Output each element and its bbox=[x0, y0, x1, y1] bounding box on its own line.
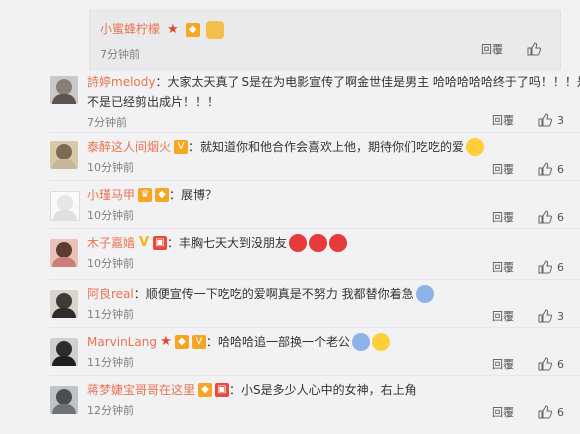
crying-laugh-emoji-icon bbox=[415, 285, 434, 303]
like-button[interactable]: 6 bbox=[538, 260, 564, 274]
like-count: 3 bbox=[557, 309, 564, 323]
comment-item: 阿良real ：顺便宣传一下吃吃的爱啊真是不努力 我都替你着急 11分钟前 回覆… bbox=[50, 280, 580, 328]
username[interactable]: 阿良real bbox=[87, 284, 134, 304]
red-star-badge-icon: ★ bbox=[167, 21, 179, 37]
avatar[interactable] bbox=[50, 239, 78, 267]
comment-item: MarvinLang ★ ◆ V ：哈哈哈追一部换一个老公 11分钟前 回覆 6 bbox=[50, 328, 580, 376]
crown-badge-icon: ♛ bbox=[138, 188, 153, 202]
avatar[interactable] bbox=[50, 191, 80, 221]
heart-eyes-emoji-icon bbox=[289, 234, 308, 252]
comment-text-continued: S是在为电影宣传了啊金世佳是男主 哈哈哈哈哈终于了吗！！！是 bbox=[241, 75, 580, 89]
thumb-up-icon bbox=[538, 309, 552, 323]
reply-button[interactable]: 回覆 bbox=[492, 404, 514, 420]
reply-label: 回覆 bbox=[481, 43, 503, 56]
red-envelope-badge-icon: ▣ bbox=[215, 383, 230, 397]
vip-level-badge-icon: V bbox=[191, 335, 206, 349]
avatar[interactable] bbox=[50, 141, 78, 169]
red-envelope-badge-icon: ▣ bbox=[153, 236, 168, 250]
kiss-emoji-icon bbox=[371, 333, 390, 351]
comment-text-line2: 不是已经剪出成片！！！ bbox=[87, 95, 220, 109]
nested-time: 7分钟前 bbox=[100, 48, 140, 61]
comment-text: ：顺便宣传一下吃吃的爱啊真是不努力 我都替你着急 bbox=[133, 287, 414, 301]
comment-feed: 小蜜蜂柠檬 ★ ◆ 7分钟前 回覆 詩婷melody ：大家太天真了 S是在为电… bbox=[0, 0, 580, 434]
cat-face-emoji-icon bbox=[205, 20, 224, 39]
reply-label: 回覆 bbox=[492, 406, 514, 419]
thumb-up-icon bbox=[538, 113, 552, 127]
comment-item: 蒋梦婕宝哥哥在这里 ◆ ▣ ：小S是多少人心中的女神，右上角 12分钟前 回覆 … bbox=[50, 376, 580, 424]
vip-badge-icon: ◆ bbox=[185, 22, 200, 37]
heart-eyes-emoji-icon bbox=[309, 234, 328, 252]
like-button[interactable]: 3 bbox=[538, 113, 564, 127]
nested-username[interactable]: 小蜜蜂柠檬 bbox=[100, 22, 160, 36]
reply-label: 回覆 bbox=[492, 114, 514, 127]
panda-emoji-icon bbox=[351, 333, 370, 351]
username[interactable]: 泰醉这人间烟火 bbox=[87, 137, 171, 157]
reply-button[interactable]: 回覆 bbox=[492, 161, 514, 177]
comment-item: 詩婷melody ：大家太天真了 S是在为电影宣传了啊金世佳是男主 哈哈哈哈哈终… bbox=[50, 70, 580, 133]
username[interactable]: 木子嘉嫱 bbox=[87, 233, 135, 253]
avatar[interactable] bbox=[50, 338, 78, 366]
comment-item: 泰醉这人间烟火 V ：就知道你和他合作会喜欢上他，期待你们吃吃的爱 10分钟前 … bbox=[50, 133, 580, 181]
reply-button[interactable]: 回覆 bbox=[492, 308, 514, 324]
thumb-up-icon bbox=[538, 357, 552, 371]
like-count: 6 bbox=[557, 357, 564, 371]
reply-label: 回覆 bbox=[492, 163, 514, 176]
like-count: 6 bbox=[557, 210, 564, 224]
reply-label: 回覆 bbox=[492, 261, 514, 274]
vip-badge-icon: ◆ bbox=[198, 383, 213, 397]
reply-button[interactable]: 回覆 bbox=[492, 356, 514, 372]
like-button[interactable]: 6 bbox=[538, 162, 564, 176]
comment-text: ：展博？ bbox=[169, 188, 218, 202]
reply-label: 回覆 bbox=[492, 310, 514, 323]
heart-eyes-emoji-icon bbox=[329, 234, 348, 252]
thumb-up-icon bbox=[527, 42, 541, 56]
comment-text: ：哈哈哈追一部换一个老公 bbox=[205, 335, 350, 349]
comment-text: ：丰胸七天大到没朋友 bbox=[167, 236, 288, 250]
like-button[interactable]: 6 bbox=[538, 405, 564, 419]
thumb-up-icon bbox=[538, 162, 552, 176]
like-button[interactable]: 6 bbox=[538, 357, 564, 371]
thumb-up-icon bbox=[538, 405, 552, 419]
nested-reply-button[interactable]: 回覆 bbox=[481, 41, 503, 57]
like-button[interactable]: 3 bbox=[538, 309, 564, 323]
verified-v-icon: V bbox=[138, 235, 150, 250]
reply-button[interactable]: 回覆 bbox=[492, 209, 514, 225]
username[interactable]: 詩婷melody bbox=[87, 72, 155, 92]
nested-reply: 小蜜蜂柠檬 ★ ◆ 7分钟前 回覆 bbox=[89, 10, 561, 70]
red-star-badge-icon: ★ bbox=[160, 334, 172, 349]
vip-badge-icon: ◆ bbox=[174, 335, 189, 349]
vip-badge-icon: ◆ bbox=[155, 188, 170, 202]
like-button[interactable]: 6 bbox=[538, 210, 564, 224]
nested-like-button[interactable] bbox=[527, 42, 546, 56]
avatar[interactable] bbox=[50, 76, 78, 104]
username[interactable]: 蒋梦婕宝哥哥在这里 bbox=[87, 380, 195, 400]
thumb-up-icon bbox=[538, 210, 552, 224]
like-count: 6 bbox=[557, 162, 564, 176]
reply-label: 回覆 bbox=[492, 358, 514, 371]
comment-item: 小瑾马甲 ♛ ◆ ：展博？ 10分钟前 回覆 6 bbox=[50, 181, 580, 229]
username[interactable]: MarvinLang bbox=[87, 332, 157, 352]
nested-reply-header: 小蜜蜂柠檬 ★ ◆ bbox=[100, 20, 224, 39]
like-count: 6 bbox=[557, 405, 564, 419]
comment-text: ：就知道你和他合作会喜欢上他，期待你们吃吃的爱 bbox=[188, 140, 465, 154]
reply-button[interactable]: 回覆 bbox=[492, 259, 514, 275]
smile-emoji-icon bbox=[466, 138, 485, 156]
like-count: 6 bbox=[557, 260, 564, 274]
avatar[interactable] bbox=[50, 290, 78, 318]
like-count: 3 bbox=[557, 113, 564, 127]
reply-button[interactable]: 回覆 bbox=[492, 112, 514, 128]
username[interactable]: 小瑾马甲 bbox=[87, 185, 135, 205]
avatar[interactable] bbox=[50, 386, 78, 414]
vip-badge-icon: V bbox=[174, 140, 189, 154]
comment-text: ：小S是多少人心中的女神，右上角 bbox=[229, 383, 417, 397]
thumb-up-icon bbox=[538, 260, 552, 274]
reply-label: 回覆 bbox=[492, 211, 514, 224]
comment-text: ：大家太天真了 bbox=[155, 75, 240, 89]
comment-item: 木子嘉嫱 V ▣ ：丰胸七天大到没朋友 10分钟前 回覆 6 bbox=[50, 229, 580, 280]
